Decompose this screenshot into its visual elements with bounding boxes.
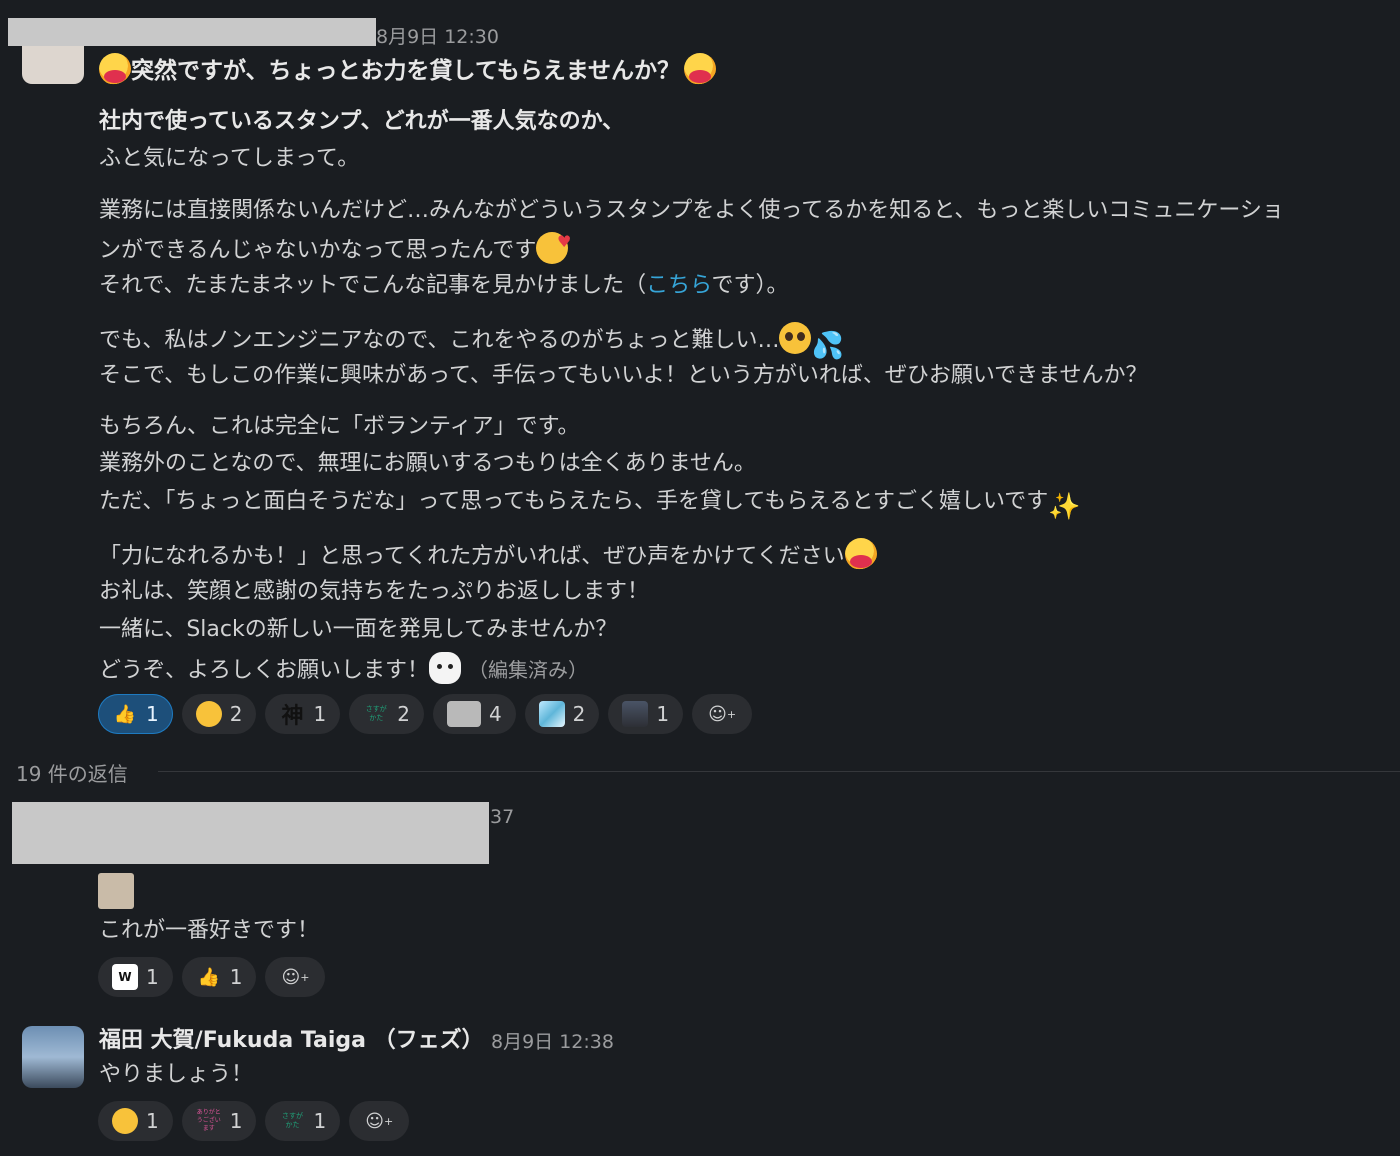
redacted-author-header	[12, 802, 489, 864]
hugging-face-icon	[844, 538, 877, 570]
reaction-custom-stamp[interactable]: 4	[432, 694, 516, 734]
sasuga-stamp-icon: さすがかた	[281, 1112, 303, 1129]
kami-stamp-icon: 神	[281, 704, 304, 729]
reaction-saluting-face[interactable]: 2	[181, 694, 257, 734]
custom-stamp-icon	[446, 701, 481, 727]
message-line: 「力になれるかも！」と思ってくれた方がいれば、ぜひ声をかけてください	[99, 538, 877, 573]
message-line: 一緒に、Slackの新しい一面を発見してみませんか？	[99, 617, 618, 642]
reply-text: これが一番好きです！	[99, 918, 320, 943]
sweat-droplets-icon: 💦	[811, 331, 844, 361]
hugging-face-icon	[99, 53, 131, 85]
thread-divider	[158, 771, 1400, 772]
dog-stamp-icon	[429, 652, 462, 684]
message-line: 業務には直接関係ないんだけど…みんながどういうスタンプをよく使ってるかを知ると、…	[99, 198, 1284, 223]
message-line: どうぞ、よろしくお願いします！ （編集済み）	[99, 652, 588, 687]
message-line: お礼は、笑顔と感謝の気持ちをたっぷりお返しします！	[99, 579, 650, 604]
add-reaction-button[interactable]: ☺ +	[265, 957, 326, 997]
reaction-thumbs-up[interactable]: 👍 1	[98, 694, 173, 734]
reaction-bar: W1 👍 1 ☺ +	[98, 957, 326, 997]
pleading-face-icon	[779, 322, 812, 354]
author-name[interactable]: 福田 大賀/Fukuda Taiga （フェズ）	[99, 1022, 484, 1054]
reaction-sasuga[interactable]: さすがかた 2	[349, 694, 424, 734]
saluting-face-icon	[195, 701, 222, 727]
message-line: そこで、もしこの作業に興味があって、手伝ってもいいよ！という方がいれば、ぜひお願…	[99, 363, 1148, 388]
message-line: それで、たまたまネットでこんな記事を見かけました（こちらです）。	[99, 273, 789, 298]
message-line: ふと気になってしまって。	[99, 146, 360, 171]
arigatou-stamp-icon: ありがとうございます	[196, 1109, 221, 1132]
redacted-author-name	[8, 18, 376, 46]
edited-label: （編集済み）	[468, 658, 589, 682]
reaction-kami[interactable]: 神1	[265, 694, 341, 734]
add-emoji-icon: ☺ +	[365, 1110, 394, 1132]
hugging-face-icon	[684, 53, 717, 85]
reaction-sasuga[interactable]: さすがかた 1	[265, 1101, 341, 1141]
reaction-arigatou[interactable]: ありがとうございます 1	[181, 1101, 257, 1141]
message-line: ただ、「ちょっと面白そうだな」って思ってもらえたら、手を貸してもらえるとすごく嬉…	[99, 489, 1081, 522]
cat-stamp-image[interactable]	[98, 873, 134, 909]
person-photo-icon	[622, 701, 649, 727]
smiling-face-with-hearts-icon	[536, 226, 571, 264]
thumbs-up-icon: 👍	[113, 703, 137, 725]
reaction-thumbs-up-light[interactable]: 👍 1	[181, 957, 257, 997]
reaction-sparkle-image[interactable]: 2	[524, 694, 600, 734]
reply-timestamp[interactable]: 37	[490, 806, 514, 828]
reaction-person-photo[interactable]: 1	[608, 694, 684, 734]
thread-replies-count[interactable]: 19 件の返信	[16, 758, 128, 787]
w-stamp-icon: W	[112, 964, 138, 990]
message-line: ンができるんじゃないかなって思ったんです	[99, 226, 571, 267]
sparkle-image-icon	[538, 701, 565, 727]
reaction-saluting-face[interactable]: 1	[98, 1101, 173, 1141]
avatar[interactable]	[22, 1026, 84, 1088]
article-link[interactable]: こちら	[646, 273, 711, 298]
thumbs-up-light-icon: 👍	[197, 966, 220, 988]
sasuga-stamp-icon: さすがかた	[365, 705, 387, 722]
add-emoji-icon: ☺ +	[708, 703, 737, 725]
saluting-face-icon	[112, 1108, 138, 1134]
message-heading: 突然ですが、ちょっとお力を貸してもらえませんか？	[99, 53, 717, 87]
reply-timestamp[interactable]: 8月9日 12:38	[491, 1027, 614, 1054]
message-line: もちろん、これは完全に「ボランティア」です。	[99, 414, 580, 439]
reaction-bar: 1 ありがとうございます 1 さすがかた 1 ☺ +	[98, 1101, 410, 1141]
add-reaction-button[interactable]: ☺ +	[349, 1101, 410, 1141]
sparkles-icon: ✨	[1048, 492, 1081, 522]
reaction-w-stamp[interactable]: W1	[98, 957, 173, 997]
add-emoji-icon: ☺ +	[281, 966, 310, 988]
add-reaction-button[interactable]: ☺ +	[692, 694, 753, 734]
message-line: 業務外のことなので、無理にお願いするつもりは全くありません。	[99, 451, 756, 476]
reaction-bar: 👍 1 2 神1 さすがかた 2 4 2 1 ☺ +	[98, 694, 753, 734]
reply-text: やりましょう！	[99, 1062, 254, 1087]
message-timestamp[interactable]: 8月9日 12:30	[376, 22, 499, 49]
message-line: 社内で使っているスタンプ、どれが一番人気なのか、	[99, 109, 625, 134]
message-line: でも、私はノンエンジニアなので、これをやるのがちょっと難しい… 💦	[99, 322, 844, 362]
